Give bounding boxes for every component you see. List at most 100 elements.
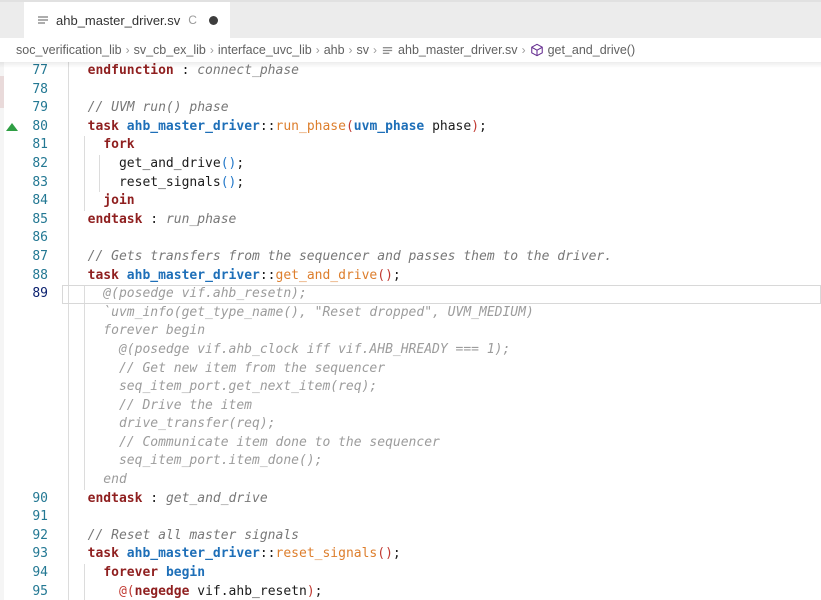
code-line[interactable]: seq_item_port.item_done(); bbox=[0, 452, 821, 471]
line-number[interactable] bbox=[0, 304, 62, 323]
line-number[interactable]: 83 bbox=[0, 174, 62, 193]
code-token: // Reset all master signals bbox=[88, 528, 299, 543]
code-token bbox=[119, 268, 127, 283]
gutter-triangle-icon[interactable] bbox=[6, 123, 18, 131]
line-number[interactable]: 94 bbox=[0, 564, 62, 583]
code-token bbox=[158, 565, 166, 580]
tab-ahb-master-driver[interactable]: ahb_master_driver.sv C bbox=[24, 2, 230, 38]
line-number[interactable]: 78 bbox=[0, 81, 62, 100]
line-number[interactable] bbox=[0, 434, 62, 453]
code-line[interactable]: 77 endfunction : connect_phase bbox=[0, 62, 821, 81]
code-line[interactable]: 85 endtask : run_phase bbox=[0, 211, 821, 230]
code-token: reset_signals bbox=[72, 175, 221, 190]
code-line[interactable]: 88 task ahb_master_driver::get_and_drive… bbox=[0, 267, 821, 286]
code-line[interactable]: 91 bbox=[0, 508, 821, 527]
code-token: @( bbox=[119, 584, 135, 599]
code-line[interactable]: end bbox=[0, 471, 821, 490]
line-number[interactable]: 81 bbox=[0, 136, 62, 155]
code-token: : bbox=[142, 212, 165, 227]
line-number[interactable] bbox=[0, 341, 62, 360]
line-number[interactable] bbox=[0, 378, 62, 397]
code-token: // Gets transfers from the sequencer and… bbox=[88, 249, 612, 264]
code-line[interactable]: 89 @(posedge vif.ahb_resetn); bbox=[0, 285, 821, 304]
code-text: `uvm_info(get_type_name(), "Reset droppe… bbox=[62, 304, 821, 323]
code-text bbox=[62, 508, 821, 527]
code-text: @(negedge vif.ahb_resetn); bbox=[62, 583, 821, 600]
code-line[interactable]: // Communicate item done to the sequence… bbox=[0, 434, 821, 453]
code-line[interactable]: 94 forever begin bbox=[0, 564, 821, 583]
code-line[interactable]: 84 join bbox=[0, 192, 821, 211]
code-line[interactable]: 93 task ahb_master_driver::reset_signals… bbox=[0, 545, 821, 564]
line-number[interactable]: 80 bbox=[0, 118, 62, 137]
line-number[interactable]: 77 bbox=[0, 62, 62, 81]
line-number[interactable]: 93 bbox=[0, 545, 62, 564]
code-line[interactable]: 78 bbox=[0, 81, 821, 100]
code-token: get_and_drive bbox=[72, 156, 221, 171]
code-token: negedge bbox=[135, 584, 190, 599]
code-editor[interactable]: 77 endfunction : connect_phase7879 // UV… bbox=[0, 62, 821, 600]
line-number[interactable] bbox=[0, 471, 62, 490]
code-token: begin bbox=[166, 565, 205, 580]
code-token bbox=[72, 212, 88, 227]
breadcrumb-item-ahb[interactable]: ahb bbox=[324, 43, 345, 57]
dirty-indicator-icon[interactable] bbox=[209, 16, 218, 25]
code-text bbox=[62, 81, 821, 100]
code-line[interactable]: `uvm_info(get_type_name(), "Reset droppe… bbox=[0, 304, 821, 323]
code-line[interactable]: 80 task ahb_master_driver::run_phase(uvm… bbox=[0, 118, 821, 137]
code-token: ; bbox=[393, 546, 401, 561]
line-number[interactable]: 79 bbox=[0, 99, 62, 118]
code-line[interactable]: 86 bbox=[0, 229, 821, 248]
line-number[interactable]: 84 bbox=[0, 192, 62, 211]
line-number[interactable]: 92 bbox=[0, 527, 62, 546]
line-number[interactable]: 88 bbox=[0, 267, 62, 286]
code-line[interactable]: // Drive the item bbox=[0, 397, 821, 416]
code-text: task ahb_master_driver::get_and_drive(); bbox=[62, 267, 821, 286]
code-line[interactable]: 82 get_and_drive(); bbox=[0, 155, 821, 174]
line-number[interactable]: 87 bbox=[0, 248, 62, 267]
breadcrumb-item-sv-cb-ex-lib[interactable]: sv_cb_ex_lib bbox=[134, 43, 206, 57]
code-line[interactable]: drive_transfer(req); bbox=[0, 415, 821, 434]
code-token bbox=[72, 119, 88, 134]
breadcrumb-item-sv[interactable]: sv bbox=[357, 43, 370, 57]
code-token bbox=[72, 491, 88, 506]
code-token: endtask bbox=[88, 491, 143, 506]
line-number[interactable] bbox=[0, 322, 62, 341]
breadcrumb-item-soc-verification-lib[interactable]: soc_verification_lib bbox=[16, 43, 122, 57]
code-token: ) bbox=[307, 584, 315, 599]
line-number[interactable]: 86 bbox=[0, 229, 62, 248]
code-line[interactable]: forever begin bbox=[0, 322, 821, 341]
line-number[interactable]: 82 bbox=[0, 155, 62, 174]
code-token: run_phase bbox=[276, 119, 346, 134]
line-number[interactable] bbox=[0, 360, 62, 379]
code-token: ) bbox=[471, 119, 479, 134]
code-line[interactable]: // Get new item from the sequencer bbox=[0, 360, 821, 379]
code-token: vif.ahb_resetn bbox=[189, 584, 306, 599]
chevron-right-icon: › bbox=[312, 43, 324, 57]
breadcrumb-item-symbol[interactable]: get_and_drive() bbox=[530, 43, 636, 57]
line-number[interactable] bbox=[0, 397, 62, 416]
code-line[interactable]: 79 // UVM run() phase bbox=[0, 99, 821, 118]
code-line[interactable]: 95 @(negedge vif.ahb_resetn); bbox=[0, 583, 821, 600]
code-text: forever begin bbox=[62, 564, 821, 583]
code-line[interactable]: 83 reset_signals(); bbox=[0, 174, 821, 193]
code-line[interactable]: 81 fork bbox=[0, 136, 821, 155]
line-number[interactable]: 89 bbox=[0, 285, 62, 304]
line-number[interactable]: 95 bbox=[0, 583, 62, 600]
code-token: : bbox=[174, 63, 197, 78]
line-number[interactable]: 85 bbox=[0, 211, 62, 230]
code-token: ; bbox=[315, 584, 323, 599]
breadcrumb-item-interface-uvc-lib[interactable]: interface_uvc_lib bbox=[218, 43, 312, 57]
line-number[interactable]: 91 bbox=[0, 508, 62, 527]
code-token bbox=[72, 546, 88, 561]
line-number[interactable] bbox=[0, 415, 62, 434]
line-number[interactable]: 90 bbox=[0, 490, 62, 509]
code-line[interactable]: 87 // Gets transfers from the sequencer … bbox=[0, 248, 821, 267]
code-line[interactable]: @(posedge vif.ahb_clock iff vif.AHB_HREA… bbox=[0, 341, 821, 360]
code-line[interactable]: 92 // Reset all master signals bbox=[0, 527, 821, 546]
line-number[interactable] bbox=[0, 452, 62, 471]
code-token: seq_item_port.item_done(); bbox=[72, 453, 322, 468]
code-text: seq_item_port.get_next_item(req); bbox=[62, 378, 821, 397]
code-line[interactable]: 90 endtask : get_and_drive bbox=[0, 490, 821, 509]
breadcrumb-item-file[interactable]: ahb_master_driver.sv bbox=[381, 43, 518, 57]
code-line[interactable]: seq_item_port.get_next_item(req); bbox=[0, 378, 821, 397]
